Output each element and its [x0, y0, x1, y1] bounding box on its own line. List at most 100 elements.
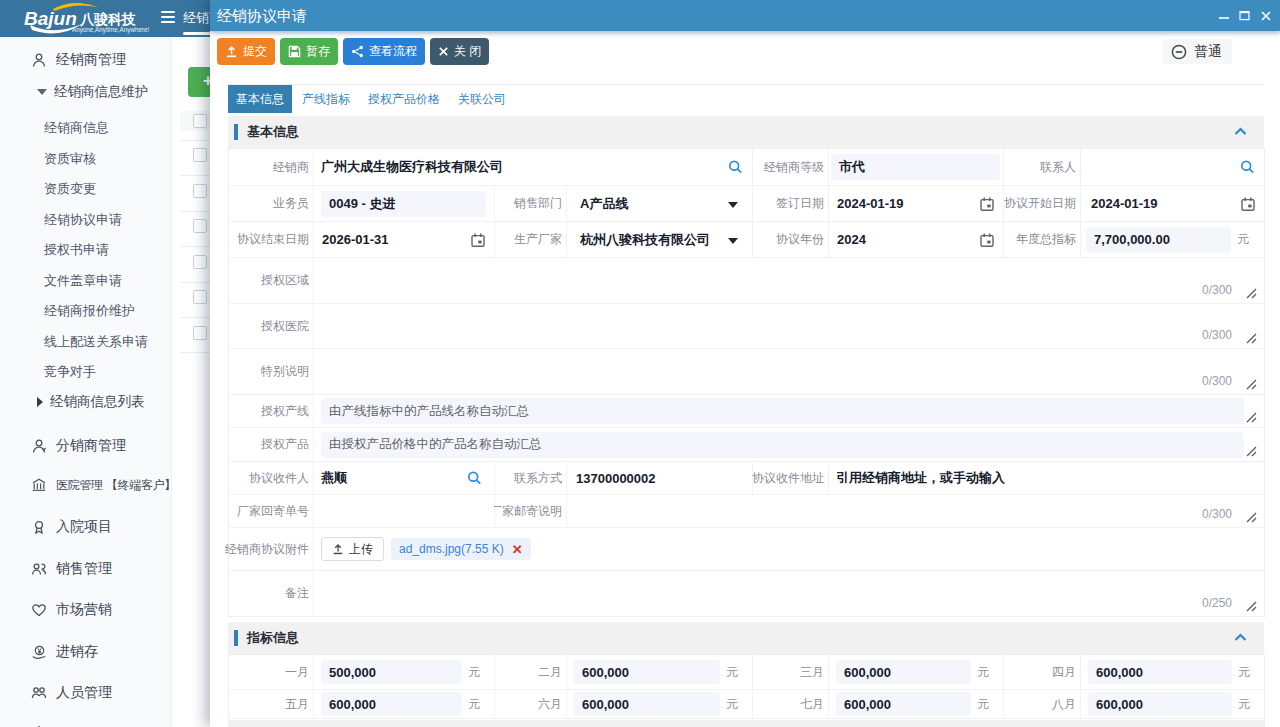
auth-line-textarea[interactable]: 由产线指标中的产品线名称自动汇总 [314, 395, 1264, 427]
select-all-checkbox[interactable] [193, 114, 207, 128]
sidebar-item-doc-seal[interactable]: 文件盖章申请 [0, 269, 172, 293]
search-icon[interactable] [467, 471, 482, 486]
resize-grip-icon[interactable] [1244, 331, 1257, 344]
auth-product-textarea[interactable]: 由授权产品价格中的产品名称自动汇总 [314, 428, 1264, 461]
calendar-icon[interactable] [980, 197, 994, 211]
row-checkbox[interactable] [193, 326, 207, 340]
auth-hospital-textarea[interactable]: 0/300 [314, 304, 1264, 348]
month-quota-field[interactable]: 600,000 元 [1081, 690, 1264, 718]
row-checkbox[interactable] [193, 255, 207, 269]
sidebar-item-hospital-mgmt[interactable]: 医院管理 【终端客户】 [0, 473, 172, 497]
sidebar-item-agreement-apply[interactable]: 经销协议申请 [0, 208, 172, 232]
mail-note-textarea[interactable]: 0/300 [567, 495, 1264, 527]
sidebar-item-more[interactable] [0, 720, 172, 727]
upload-button[interactable]: 上传 [321, 537, 384, 561]
yuan-circle-icon [31, 644, 47, 660]
sidebar-item-sales-mgmt[interactable]: 销售管理 [0, 557, 172, 581]
menu-toggle-icon[interactable] [161, 11, 175, 25]
agreement-year-field[interactable]: 2024 [829, 222, 1003, 257]
dealer-field[interactable]: 广州大成生物医疗科技有限公司 [314, 149, 752, 185]
sidebar-item-dealer-mgmt[interactable]: 经销商管理 [0, 48, 172, 72]
month-quota-field[interactable]: 600,000 元 [829, 690, 1003, 718]
sidebar-item-qual-audit[interactable]: 资质审核 [0, 147, 172, 171]
field-label: 经销商 [229, 149, 313, 185]
sales-dept-select[interactable]: A产品线 [567, 186, 752, 221]
field-label: 一月 [229, 655, 313, 689]
sidebar-item-admission-project[interactable]: 入院项目 [0, 515, 172, 539]
sidebar-group-dealer-info-list[interactable]: 经销商信息列表 [0, 390, 172, 414]
contact-field[interactable] [1081, 149, 1264, 185]
calendar-icon[interactable] [1241, 197, 1255, 211]
sidebar-item-auth-letter[interactable]: 授权书申请 [0, 238, 172, 262]
month-quota-field[interactable]: 600,000 元 [567, 655, 752, 689]
month-quota-field[interactable]: 600,000 元 [567, 690, 752, 718]
resize-grip-icon[interactable] [1244, 599, 1257, 612]
resize-grip-icon[interactable] [1244, 286, 1257, 299]
attachment-field: 上传 ad_dms.jpg(7.55 K) ✕ [314, 528, 1264, 570]
special-note-textarea[interactable]: 0/300 [314, 349, 1264, 394]
start-date-field[interactable]: 2024-01-19 [1081, 186, 1264, 221]
return-no-field[interactable] [314, 495, 494, 527]
calendar-icon[interactable] [980, 233, 994, 247]
tab-auth-product-price[interactable]: 授权产品价格 [360, 85, 448, 113]
auth-region-textarea[interactable]: 0/300 [314, 258, 1264, 303]
calendar-icon[interactable] [471, 233, 485, 247]
close-window-button[interactable] [1255, 0, 1276, 31]
person-badge-icon [31, 438, 47, 454]
month-quota-field[interactable]: 500,000 元 [314, 655, 494, 689]
collapse-chevron-icon[interactable] [1234, 127, 1247, 136]
address-field[interactable]: 引用经销商地址，或手动输入 [829, 462, 1264, 494]
phone-field[interactable]: 13700000002 [567, 462, 752, 494]
remark-textarea[interactable]: 0/250 [314, 571, 1264, 616]
month-quota-field[interactable]: 600,000 元 [1081, 655, 1264, 689]
app-logo: Bajun 八骏科技 Anyone,Anytime,Anywhere! [20, 3, 180, 40]
maximize-button[interactable] [1234, 0, 1255, 31]
sidebar-group-dealer-info-maint[interactable]: 经销商信息维护 [0, 80, 172, 104]
sidebar-item-distributor-mgmt[interactable]: 分销商管理 [0, 434, 172, 458]
close-modal-button[interactable]: 关 闭 [430, 38, 489, 65]
priority-badge[interactable]: 普通 [1163, 39, 1232, 64]
sidebar-item-competitor[interactable]: 竞争对手 [0, 360, 172, 384]
sidebar-item-personnel-mgmt[interactable]: 人员管理 [0, 681, 172, 705]
field-label: 年度总指标 [1004, 222, 1080, 257]
sign-date-field[interactable]: 2024-01-19 [829, 186, 1003, 221]
dealer-level-field[interactable]: 市代 [829, 149, 1003, 185]
row-checkbox[interactable] [193, 148, 207, 162]
sidebar-item-qual-change[interactable]: 资质变更 [0, 177, 172, 201]
sidebar-item-marketing[interactable]: 市场营销 [0, 598, 172, 622]
submit-button[interactable]: 提交 [217, 38, 275, 65]
field-label: 协议收件人 [229, 462, 313, 494]
recipient-field[interactable]: 燕顺 [314, 462, 494, 494]
field-label: 特别说明 [229, 349, 313, 394]
search-icon[interactable] [728, 160, 743, 175]
manufacturer-select[interactable]: 杭州八骏科技有限公司 [567, 222, 752, 257]
row-checkbox[interactable] [193, 184, 207, 198]
attachment-file-chip[interactable]: ad_dms.jpg(7.55 K) ✕ [391, 538, 531, 560]
month-quota-field[interactable]: 600,000 元 [829, 655, 1003, 689]
sidebar-item-online-delivery[interactable]: 线上配送关系申请 [0, 330, 172, 354]
resize-grip-icon[interactable] [1244, 444, 1257, 457]
row-checkbox[interactable] [193, 290, 207, 304]
tab-basic-info[interactable]: 基本信息 [228, 85, 292, 113]
row-checkbox[interactable] [193, 219, 207, 233]
tab-product-line-quota[interactable]: 产线指标 [294, 85, 358, 113]
end-date-field[interactable]: 2026-01-31 [314, 222, 494, 257]
sidebar-item-dealer-info[interactable]: 经销商信息 [0, 116, 172, 140]
resize-grip-icon[interactable] [1244, 510, 1257, 523]
save-draft-button[interactable]: 暂存 [280, 38, 338, 65]
resize-grip-icon[interactable] [1244, 410, 1257, 423]
collapse-chevron-icon[interactable] [1234, 633, 1247, 642]
annual-quota-field[interactable]: 7,700,000.00 元 [1081, 222, 1264, 257]
salesman-field[interactable]: 0049 - 史进 [314, 186, 494, 221]
remove-file-icon[interactable]: ✕ [512, 542, 523, 557]
search-icon[interactable] [1240, 160, 1255, 175]
basic-info-form: 经销商 广州大成生物医疗科技有限公司 经销商等级 市代 联系人 业务员 0049… [228, 148, 1265, 617]
sidebar-item-quote-maint[interactable]: 经销商报价维护 [0, 299, 172, 323]
month-quota-field[interactable]: 600,000 元 [314, 690, 494, 718]
sidebar-item-inventory[interactable]: 进销存 [0, 640, 172, 664]
field-label: 授权产线 [229, 395, 313, 427]
resize-grip-icon[interactable] [1244, 377, 1257, 390]
minimize-button[interactable] [1213, 0, 1234, 31]
tab-related-company[interactable]: 关联公司 [450, 85, 514, 113]
view-flow-button[interactable]: 查看流程 [343, 38, 425, 65]
